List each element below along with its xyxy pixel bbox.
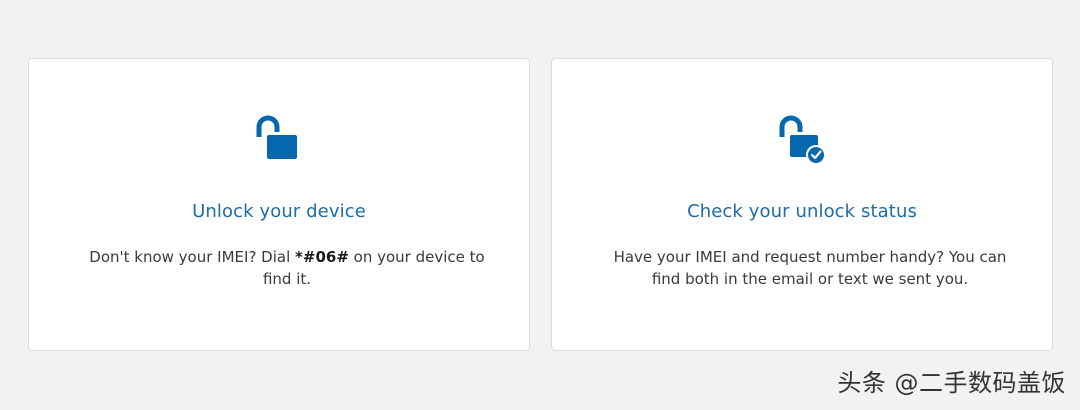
- description-text-before: Don't know your IMEI? Dial: [89, 248, 296, 266]
- unlock-device-card[interactable]: Unlock your device Don't know your IMEI?…: [28, 58, 530, 351]
- unlock-device-title[interactable]: Unlock your device: [29, 201, 529, 222]
- check-unlock-status-description: Have your IMEI and request number handy?…: [613, 248, 1007, 288]
- unlock-device-description: Don't know your IMEI? Dial *#06# on your…: [89, 246, 485, 290]
- unlocked-padlock-check-icon: [779, 115, 826, 165]
- watermark-text: 头条 @二手数码盖饭: [837, 369, 1066, 397]
- check-unlock-status-card[interactable]: Check your unlock status Have your IMEI …: [551, 58, 1053, 351]
- check-unlock-status-title[interactable]: Check your unlock status: [552, 201, 1052, 222]
- unlocked-padlock-icon: [256, 115, 297, 159]
- imei-dial-code: *#06#: [295, 248, 349, 266]
